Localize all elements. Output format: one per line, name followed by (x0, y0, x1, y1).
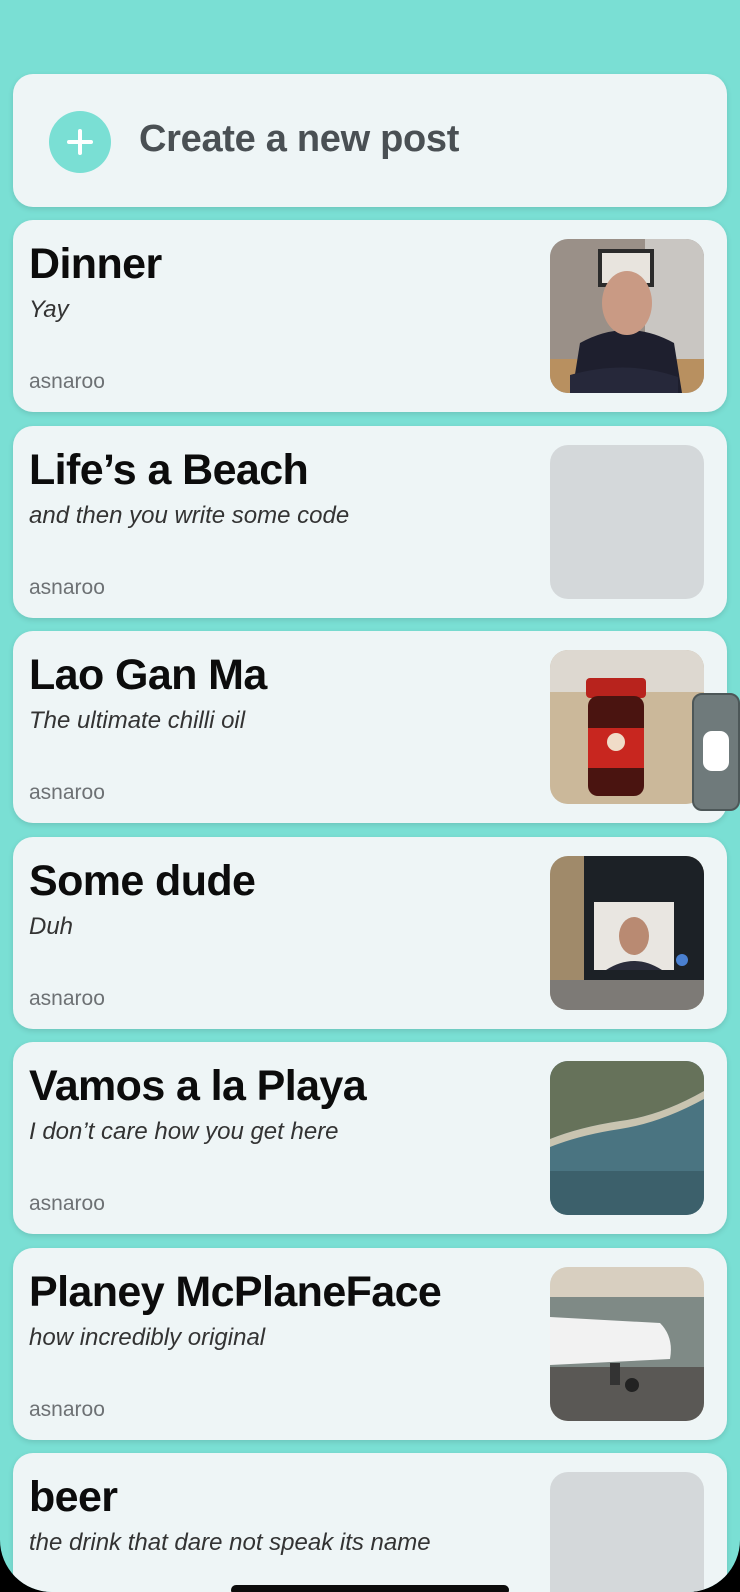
post-thumbnail[interactable] (550, 650, 704, 804)
post-author: asnaroo (29, 1398, 105, 1421)
post-subtitle: Yay (29, 296, 69, 323)
post-title: beer (29, 1473, 118, 1521)
post-title: Lao Gan Ma (29, 651, 267, 699)
post-card[interactable]: beer the drink that dare not speak its n… (13, 1453, 727, 1592)
post-thumbnail[interactable] (550, 1267, 704, 1421)
post-card[interactable]: Planey McPlaneFace how incredibly origin… (13, 1248, 727, 1440)
post-subtitle: The ultimate chilli oil (29, 707, 246, 734)
post-thumbnail-placeholder[interactable] (550, 1472, 704, 1592)
post-card[interactable]: Vamos a la Playa I don’t care how you ge… (13, 1042, 727, 1234)
create-post-label: Create a new post (139, 118, 460, 160)
home-indicator[interactable] (231, 1585, 509, 1592)
post-author: asnaroo (29, 576, 105, 599)
post-author: asnaroo (29, 1192, 105, 1215)
post-subtitle: and then you write some code (29, 502, 350, 529)
plus-icon (49, 111, 111, 173)
post-title: Dinner (29, 240, 162, 288)
post-card[interactable]: Life’s a Beach and then you write some c… (13, 426, 727, 618)
post-thumbnail[interactable] (550, 239, 704, 393)
post-card[interactable]: Lao Gan Ma The ultimate chilli oil asnar… (13, 631, 727, 823)
post-subtitle: the drink that dare not speak its name (29, 1529, 431, 1556)
post-thumbnail[interactable] (550, 1061, 704, 1215)
post-subtitle: Duh (29, 913, 74, 940)
post-author: asnaroo (29, 781, 105, 804)
post-thumbnail[interactable] (550, 856, 704, 1010)
post-card[interactable]: Dinner Yay asnaroo (13, 220, 727, 412)
post-card[interactable]: Some dude Duh asnaroo (13, 837, 727, 1029)
create-post-button[interactable]: Create a new post (13, 74, 727, 207)
post-title: Planey McPlaneFace (29, 1268, 442, 1316)
app-screen: Create a new post Dinner Yay asnaroo Lif… (0, 0, 740, 1592)
post-author: asnaroo (29, 987, 105, 1010)
post-author: asnaroo (29, 370, 105, 393)
post-title: Vamos a la Playa (29, 1062, 367, 1110)
scroll-knob[interactable] (703, 731, 729, 771)
post-subtitle: how incredibly original (29, 1324, 266, 1351)
post-thumbnail-placeholder[interactable] (550, 445, 704, 599)
post-title: Life’s a Beach (29, 446, 309, 494)
post-subtitle: I don’t care how you get here (29, 1118, 339, 1145)
post-title: Some dude (29, 857, 256, 905)
scroll-handle[interactable] (692, 693, 740, 811)
